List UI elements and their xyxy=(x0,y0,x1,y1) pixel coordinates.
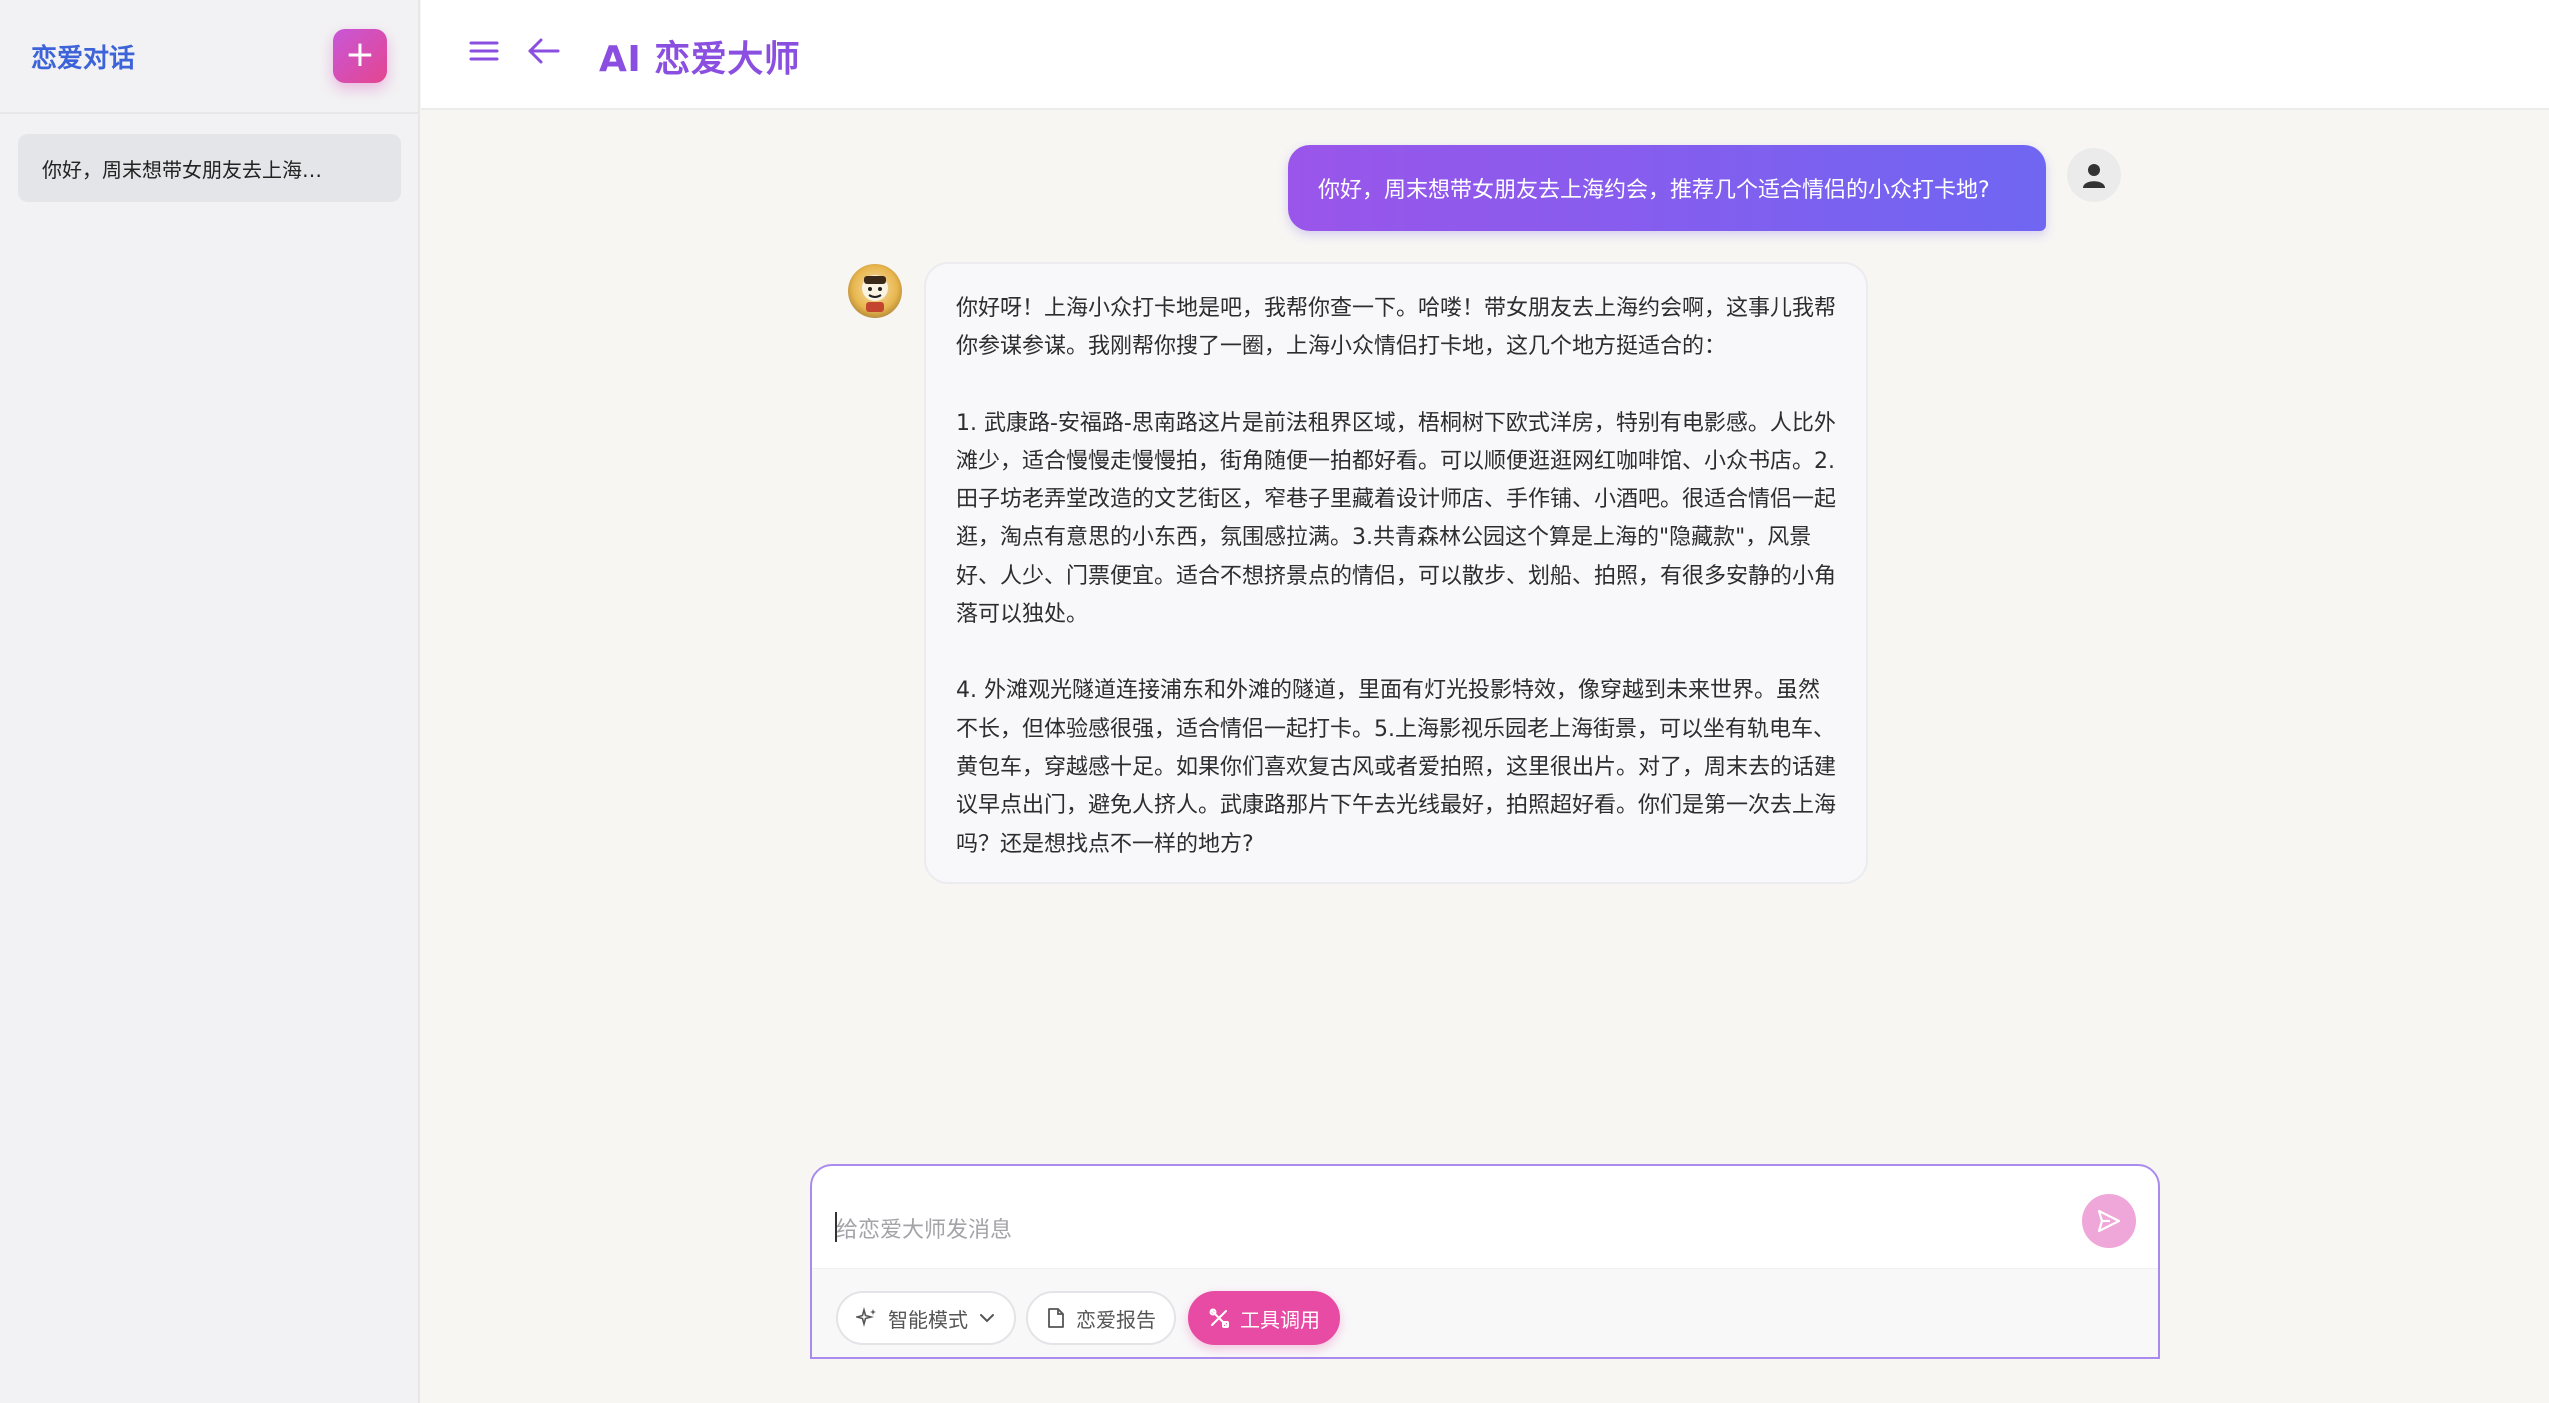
plus-icon: + xyxy=(344,34,376,75)
conversation-item[interactable]: 你好，周末想带女朋友去上海… xyxy=(18,134,401,202)
tool-call-label: 工具调用 xyxy=(1240,1307,1320,1332)
page-title: AI 恋爱大师 xyxy=(599,39,801,80)
smart-mode-label: 智能模式 xyxy=(888,1307,968,1332)
sidebar: 恋爱对话 + 你好，周末想带女朋友去上海… xyxy=(0,0,420,1403)
chevron-down-icon xyxy=(980,1314,994,1323)
send-icon xyxy=(2097,1209,2121,1233)
assistant-message: 你好呀！上海小众打卡地是吧，我帮你查一下。哈喽！带女朋友去上海约会啊，这事儿我帮… xyxy=(924,262,1868,884)
text-caret xyxy=(835,1212,837,1242)
sidebar-title: 恋爱对话 xyxy=(31,43,136,74)
arrow-left-icon[interactable] xyxy=(527,36,561,70)
love-report-label: 恋爱报告 xyxy=(1076,1307,1156,1332)
assistant-paragraph: 你好呀！上海小众打卡地是吧，我帮你查一下。哈喽！带女朋友去上海约会啊，这事儿我帮… xyxy=(956,296,1837,360)
user-icon xyxy=(2083,164,2105,188)
sidebar-header: 恋爱对话 + xyxy=(0,0,418,114)
new-chat-button[interactable]: + xyxy=(333,29,387,83)
user-avatar xyxy=(2067,148,2121,202)
document-icon xyxy=(1048,1308,1064,1328)
send-button[interactable] xyxy=(2082,1194,2136,1248)
composer-toolbar: 智能模式 恋爱报告 工具调用 xyxy=(812,1268,2158,1357)
message-input[interactable] xyxy=(836,1210,2036,1250)
smart-mode-dropdown[interactable]: 智能模式 xyxy=(836,1291,1016,1345)
love-report-button[interactable]: 恋爱报告 xyxy=(1026,1291,1176,1345)
tool-call-button[interactable]: 工具调用 xyxy=(1188,1291,1340,1345)
top-header: AI 恋爱大师 xyxy=(421,0,2549,110)
message-composer: 智能模式 恋爱报告 工具调用 xyxy=(810,1164,2160,1359)
user-message: 你好，周末想带女朋友去上海约会，推荐几个适合情侣的小众打卡地? xyxy=(1288,145,2046,231)
assistant-paragraph: 4. 外滩观光隧道连接浦东和外滩的隧道，里面有灯光投影特效，像穿越到未来世界。虽… xyxy=(956,678,1837,857)
hamburger-menu-icon[interactable] xyxy=(469,36,499,70)
ai-avatar xyxy=(848,264,902,318)
tools-icon xyxy=(1209,1308,1229,1328)
assistant-paragraph: 1. 武康路-安福路-思南路这片是前法租界区域，梧桐树下欧式洋房，特别有电影感。… xyxy=(956,410,1837,628)
sparkle-icon xyxy=(856,1307,876,1328)
